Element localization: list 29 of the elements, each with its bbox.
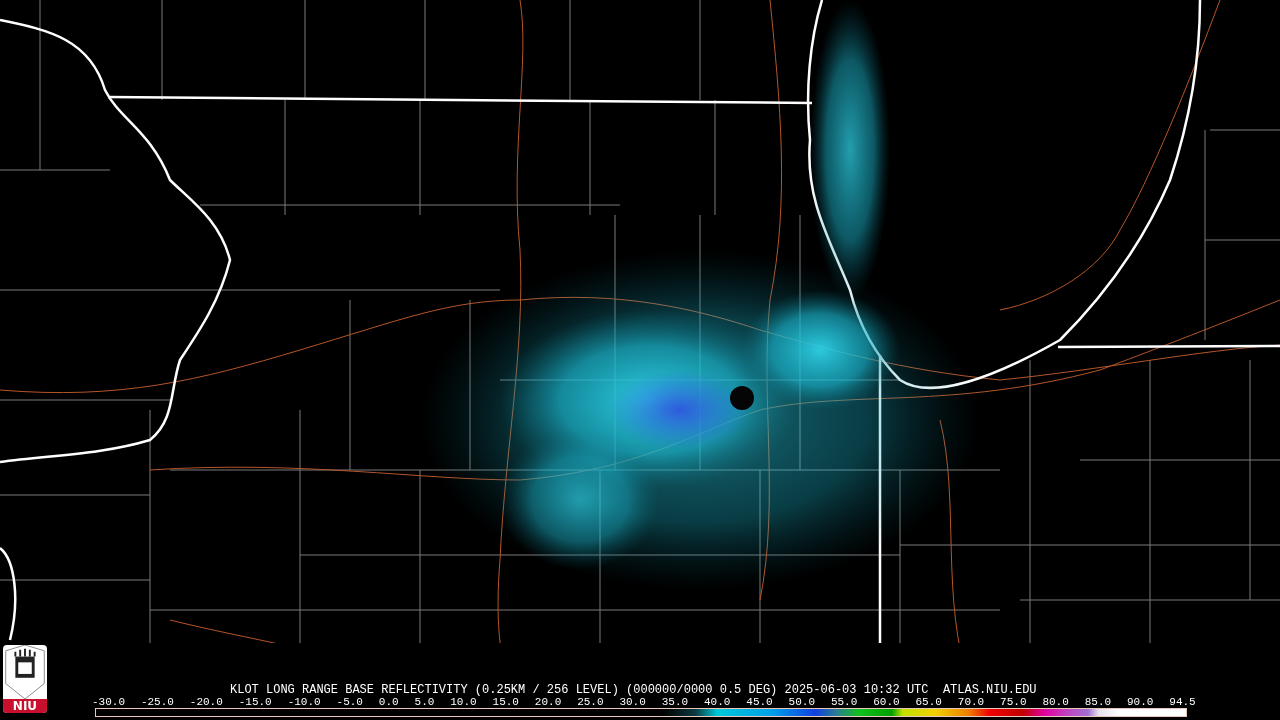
- scale-label: -5.0: [336, 696, 363, 708]
- scale-label: 90.0: [1127, 696, 1154, 708]
- scale-label: 85.0: [1084, 696, 1112, 708]
- scale-label: -20.0: [189, 696, 223, 708]
- scale-label: 70.0: [957, 696, 985, 708]
- tower-icon: [3, 645, 47, 699]
- scale-label: 5.0: [414, 696, 435, 708]
- scale-label: 65.0: [915, 696, 942, 708]
- scale-label: 30.0: [619, 696, 646, 708]
- scale-label: -15.0: [238, 696, 272, 708]
- scale-label: 15.0: [492, 696, 519, 708]
- scale-label: 35.0: [661, 696, 689, 708]
- scale-label: 60.0: [873, 696, 900, 708]
- scale-label: 25.0: [577, 696, 604, 708]
- scale-label: 94.5: [1169, 696, 1196, 708]
- scale-label: 0.0: [378, 696, 399, 708]
- scale-label: 45.0: [746, 696, 773, 708]
- scale-label: 20.0: [534, 696, 562, 708]
- scale-label: 10.0: [450, 696, 477, 708]
- product-caption: KLOT LONG RANGE BASE REFLECTIVITY (0.25KM / 256 LEVEL) (000000/0000 0.5 DEG) 2025-06-03 10:32 UTC ATLAS.NIU.EDU: [230, 684, 1038, 696]
- logo-text: NIU: [3, 699, 47, 713]
- scale-label: 40.0: [704, 696, 731, 708]
- scale-label: 75.0: [1000, 696, 1027, 708]
- scale-label: 80.0: [1042, 696, 1069, 708]
- scale-label: -30.0: [92, 696, 125, 708]
- scale-label: -10.0: [287, 696, 321, 708]
- scale-label: 55.0: [830, 696, 858, 708]
- scale-label: -25.0: [140, 696, 174, 708]
- scale-label: 50.0: [788, 696, 815, 708]
